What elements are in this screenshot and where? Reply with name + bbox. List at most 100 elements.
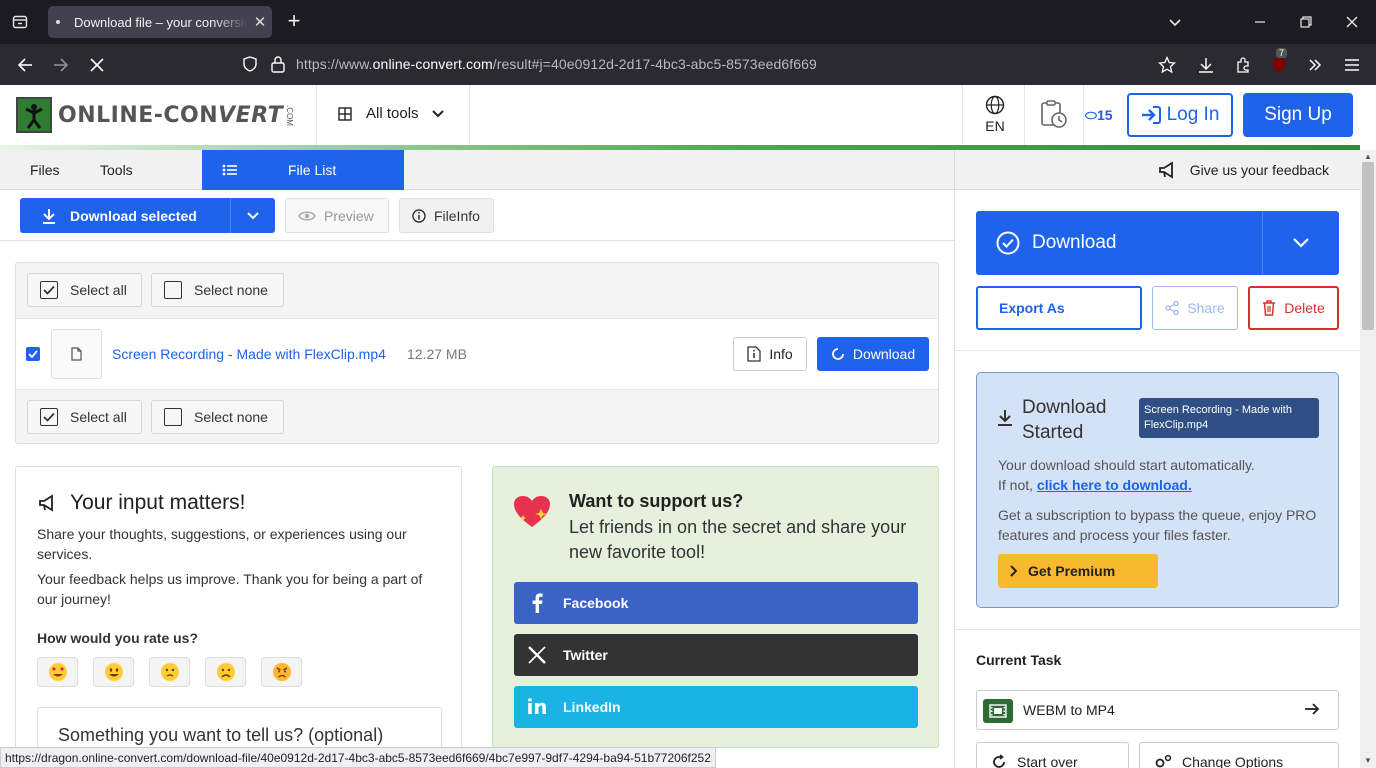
tab-overflow-chevron-icon[interactable] xyxy=(1163,10,1187,34)
support-card-subtitle: Let friends in on the secret and share y… xyxy=(569,517,907,562)
bookmark-star-icon[interactable] xyxy=(1154,52,1180,78)
page-scrollbar[interactable]: ▲ ▼ xyxy=(1360,150,1376,768)
hamburger-menu-icon[interactable] xyxy=(1339,52,1365,78)
scroll-up-arrow-icon[interactable]: ▲ xyxy=(1364,152,1372,161)
file-info-button[interactable]: Info xyxy=(733,337,807,371)
logo-figure-icon xyxy=(16,97,52,133)
browser-tab-active[interactable]: Download file – your conversion ✕ xyxy=(48,6,272,38)
credits-counter[interactable]: ⬭15 xyxy=(1085,107,1113,124)
stop-loading-icon[interactable] xyxy=(84,52,110,78)
signup-button[interactable]: Sign Up xyxy=(1243,93,1353,137)
login-button[interactable]: Log In xyxy=(1127,93,1233,137)
coin-icon: ⬭ xyxy=(1085,107,1097,123)
all-tools-menu[interactable]: All tools xyxy=(338,105,445,122)
minimize-icon[interactable] xyxy=(1248,10,1272,34)
sparkling-heart-icon xyxy=(513,495,551,534)
delete-button[interactable]: Delete xyxy=(1248,286,1339,330)
change-options-button[interactable]: Change Options xyxy=(1139,742,1339,768)
file-download-button[interactable]: Download xyxy=(817,337,929,371)
tracking-shield-icon[interactable] xyxy=(242,56,258,75)
check-circle-icon xyxy=(996,231,1020,255)
download-started-title: Download Started xyxy=(1022,397,1107,443)
preview-button[interactable]: Preview xyxy=(285,198,389,233)
download-started-panel: Download Started Screen Recording - Made… xyxy=(976,372,1339,608)
eye-icon xyxy=(298,210,316,222)
login-arrow-icon xyxy=(1141,106,1161,124)
film-icon xyxy=(983,699,1013,723)
all-tools-label: All tools xyxy=(366,105,419,122)
tab-close-icon[interactable]: ✕ xyxy=(248,13,272,31)
tab-files[interactable]: Files xyxy=(30,162,60,178)
download-selected-button[interactable]: Download selected xyxy=(20,198,275,233)
gears-icon xyxy=(1154,754,1172,768)
downloads-icon[interactable] xyxy=(1193,52,1219,78)
rating-love-icon[interactable] xyxy=(37,657,78,687)
chevron-down-icon xyxy=(431,109,445,119)
rating-label: How would you rate us? xyxy=(37,630,199,646)
select-all-button-bottom[interactable]: Select all xyxy=(27,400,142,434)
scroll-down-arrow-icon[interactable]: ▼ xyxy=(1364,756,1372,765)
file-name-link[interactable]: Screen Recording - Made with FlexClip.mp… xyxy=(112,346,386,362)
header-divider xyxy=(1024,85,1025,147)
tab-tools[interactable]: Tools xyxy=(100,162,133,178)
checkbox-checked-icon xyxy=(40,408,58,426)
select-none-button-bottom[interactable]: Select none xyxy=(151,400,284,434)
restore-icon[interactable] xyxy=(1294,10,1318,34)
current-task-item[interactable]: WEBM to MP4 xyxy=(976,690,1339,730)
tab-file-list[interactable]: File List xyxy=(202,150,404,190)
history-clipboard-icon[interactable] xyxy=(1038,99,1070,136)
file-row: Screen Recording - Made with FlexClip.mp… xyxy=(16,318,938,390)
main-download-button[interactable]: Download xyxy=(976,211,1339,275)
facebook-icon xyxy=(526,592,548,614)
right-sidebar: Give us your feedback Download Export As… xyxy=(954,150,1360,768)
export-as-button[interactable]: Export As xyxy=(976,286,1142,330)
site-logo[interactable]: ONLINE-CONVERT .COM xyxy=(16,97,294,133)
extensions-puzzle-icon[interactable] xyxy=(1230,52,1256,78)
download-options-dropdown[interactable] xyxy=(231,198,275,233)
back-arrow-icon[interactable] xyxy=(12,52,38,78)
manual-download-link[interactable]: click here to download. xyxy=(1037,477,1192,493)
fileinfo-button[interactable]: FileInfo xyxy=(399,198,494,233)
info-doc-icon xyxy=(747,346,761,362)
download-file-badge: Screen Recording - Made with FlexClip.mp… xyxy=(1139,398,1319,438)
scrollbar-thumb[interactable] xyxy=(1362,162,1374,330)
list-icon xyxy=(222,164,238,176)
browser-tab-bar: Download file – your conversion ✕ + xyxy=(0,0,1376,44)
forward-arrow-icon[interactable] xyxy=(48,52,74,78)
file-list-panel: Select all Select none Screen Recording … xyxy=(15,262,939,444)
share-button[interactable]: Share xyxy=(1152,286,1238,330)
megaphone-icon xyxy=(1158,160,1178,179)
rating-sad-icon[interactable] xyxy=(205,657,246,687)
rating-angry-icon[interactable] xyxy=(261,657,302,687)
download-selected-main[interactable]: Download selected xyxy=(20,198,231,233)
select-none-button[interactable]: Select none xyxy=(151,273,284,307)
overflow-chevrons-icon[interactable] xyxy=(1302,52,1328,78)
header-divider xyxy=(1083,85,1084,147)
lock-icon[interactable] xyxy=(270,55,286,76)
rating-slightly-sad-icon[interactable] xyxy=(149,657,190,687)
checkbox-empty-icon xyxy=(164,281,182,299)
megaphone-icon xyxy=(38,494,58,512)
close-window-icon[interactable] xyxy=(1340,10,1364,34)
start-over-button[interactable]: Start over xyxy=(976,742,1129,768)
language-code: EN xyxy=(985,118,1005,134)
sidebar-divider xyxy=(955,350,1360,351)
select-all-button[interactable]: Select all xyxy=(27,273,142,307)
new-tab-icon[interactable]: + xyxy=(282,10,306,34)
tab-list-icon[interactable] xyxy=(8,10,32,34)
rating-happy-icon[interactable] xyxy=(93,657,134,687)
give-feedback-bar[interactable]: Give us your feedback xyxy=(955,150,1360,190)
language-selector[interactable]: EN xyxy=(984,95,1006,134)
share-twitter-button[interactable]: Twitter xyxy=(514,634,918,676)
share-facebook-button[interactable]: Facebook xyxy=(514,582,918,624)
extension-badge: 7 xyxy=(1276,48,1288,58)
main-download-dropdown[interactable] xyxy=(1263,211,1339,275)
globe-icon xyxy=(984,95,1006,118)
main-download-action[interactable]: Download xyxy=(976,211,1263,275)
file-size: 12.27 MB xyxy=(407,346,467,362)
get-premium-button[interactable]: Get Premium xyxy=(998,554,1158,588)
rating-emojis xyxy=(37,657,302,687)
file-row-checkbox[interactable] xyxy=(26,347,40,361)
url-bar[interactable]: https://www.online-convert.com/result#j=… xyxy=(234,48,1092,80)
share-linkedin-button[interactable]: in LinkedIn xyxy=(514,686,918,728)
